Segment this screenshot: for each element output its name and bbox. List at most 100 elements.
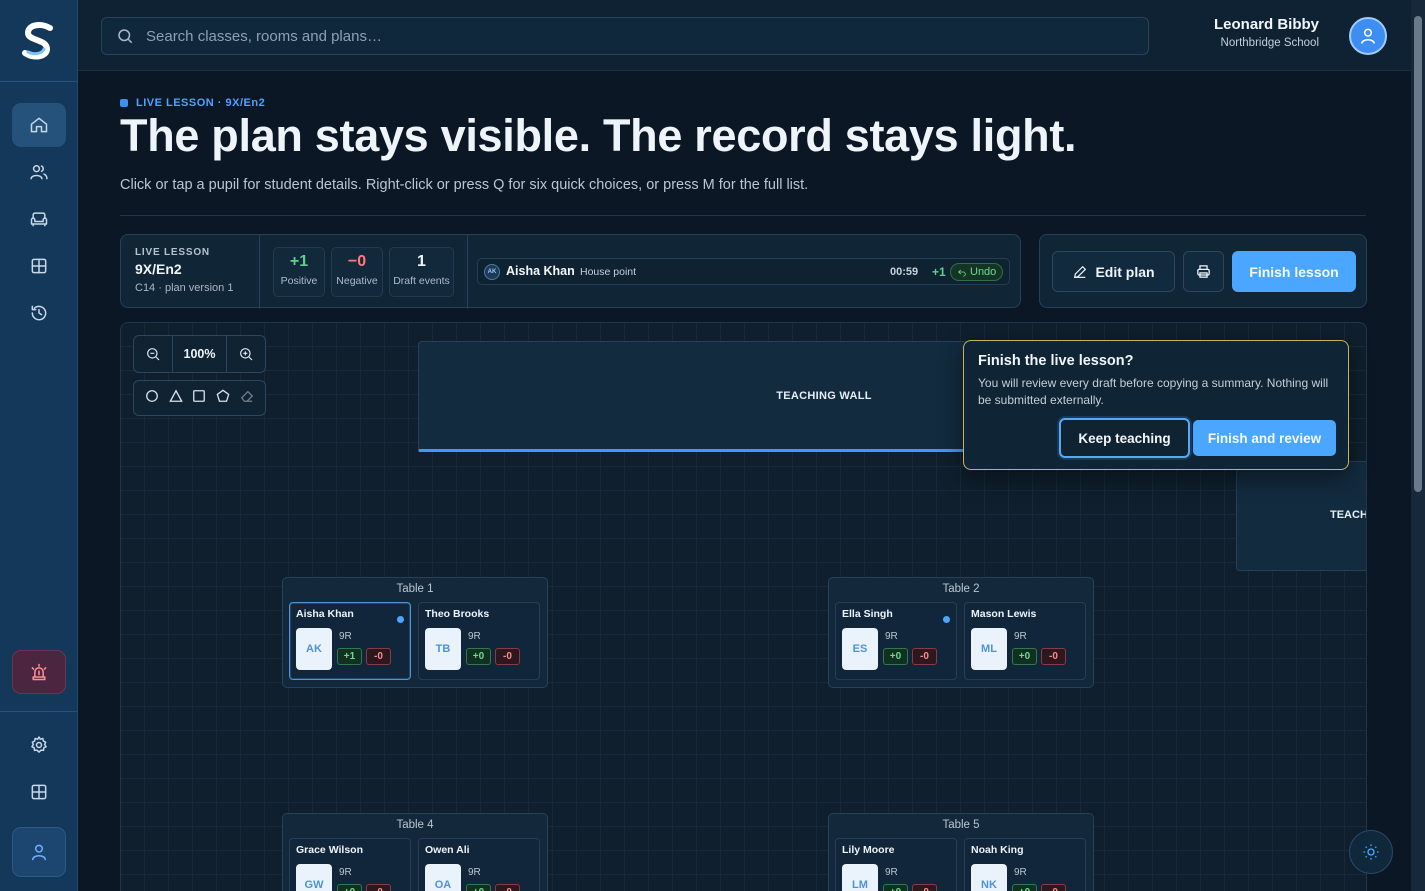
pupil-card[interactable]: Aisha Khan AK 9R +1 -0 <box>289 602 411 680</box>
pupil-card[interactable]: Theo Brooks TB 9R +0 -0 <box>418 602 540 680</box>
sidebar-item-home[interactable] <box>12 103 66 147</box>
theme-toggle-button[interactable] <box>1349 830 1393 874</box>
negative-button[interactable]: -0 <box>912 648 937 665</box>
pupil-group: 9R <box>468 631 481 642</box>
keep-teaching-button[interactable]: Keep teaching <box>1059 418 1190 458</box>
positive-button[interactable]: +0 <box>883 648 908 665</box>
sun-icon <box>1363 844 1379 860</box>
positive-button[interactable]: +0 <box>337 884 362 891</box>
sidebar-item-rooms[interactable] <box>12 197 66 241</box>
draft-label: Draft events <box>393 275 450 287</box>
sidebar-item-people[interactable] <box>12 150 66 194</box>
event-indicator-icon <box>943 616 950 623</box>
event-avatar: AK <box>484 264 500 280</box>
negative-button[interactable]: -0 <box>366 884 391 891</box>
scrollbar-thumb[interactable] <box>1414 16 1422 492</box>
seating-table[interactable]: Table 4 Grace Wilson GW 9R +0 -0 Owen Al… <box>282 813 548 891</box>
table-title: Table 5 <box>942 819 980 831</box>
positive-button[interactable]: +0 <box>466 884 491 891</box>
sidebar-item-settings[interactable] <box>12 723 66 767</box>
pupil-initials: LM <box>842 864 878 891</box>
status-label: LIVE LESSON <box>135 247 210 258</box>
positive-button[interactable]: +0 <box>1012 884 1037 891</box>
seating-table[interactable]: Table 5 Lily Moore LM 9R +0 -0 Noah King… <box>828 813 1094 891</box>
eraser-tool[interactable] <box>240 389 254 408</box>
user-icon <box>32 844 46 861</box>
app-logo[interactable] <box>20 22 56 62</box>
pupil-card[interactable]: Owen Ali OA 9R +0 -0 <box>418 838 540 891</box>
finish-lesson-button[interactable]: Finish lesson <box>1232 251 1356 292</box>
positive-button[interactable]: +0 <box>1012 648 1037 665</box>
pupil-card[interactable]: Ella Singh ES 9R +0 -0 <box>835 602 957 680</box>
pupil-card[interactable]: Lily Moore LM 9R +0 -0 <box>835 838 957 891</box>
eyebrow-text: LIVE LESSON · 9X/En2 <box>136 97 266 109</box>
draft-counter: 1 Draft events <box>389 247 454 297</box>
pupil-group: 9R <box>468 867 481 878</box>
page-title: The plan stays visible. The record stays… <box>120 110 1077 161</box>
user-icon <box>1361 28 1375 44</box>
undo-button[interactable]: Undo <box>950 263 1004 281</box>
pupil-initials: GW <box>296 864 332 891</box>
square-tool[interactable] <box>192 389 206 408</box>
circle-tool[interactable] <box>145 389 159 408</box>
pentagon-tool[interactable] <box>216 389 230 408</box>
grid-icon <box>31 784 47 800</box>
pupil-name: Lily Moore <box>842 844 895 856</box>
negative-button[interactable]: -0 <box>1041 884 1066 891</box>
print-button[interactable] <box>1183 251 1224 292</box>
search-input[interactable] <box>146 27 1126 45</box>
negative-button[interactable]: -0 <box>495 648 520 665</box>
lesson-eyebrow: LIVE LESSON · 9X/En2 <box>120 97 265 109</box>
pupil-group: 9R <box>885 631 898 642</box>
avatar[interactable] <box>1349 17 1387 55</box>
sidebar-item-history[interactable] <box>12 291 66 335</box>
page-scrollbar[interactable] <box>1411 0 1425 891</box>
edit-plan-label: Edit plan <box>1095 263 1155 280</box>
pupil-card[interactable]: Grace Wilson GW 9R +0 -0 <box>289 838 411 891</box>
pupil-initials: OA <box>425 864 461 891</box>
circle-icon <box>145 389 158 402</box>
sidebar-profile-button[interactable] <box>12 827 66 877</box>
pupil-card[interactable]: Mason Lewis ML 9R +0 -0 <box>964 602 1086 680</box>
teaching-wall-secondary[interactable]: TEACHI <box>1236 461 1366 571</box>
sidebar-alert-button[interactable] <box>12 650 66 694</box>
printer-icon <box>1197 265 1210 278</box>
positive-button[interactable]: +0 <box>466 648 491 665</box>
pupil-name: Noah King <box>971 844 1024 856</box>
zoom-out-button[interactable] <box>134 336 172 372</box>
negative-count: −0 <box>347 253 367 270</box>
page-subtitle: Click or tap a pupil for student details… <box>120 177 809 193</box>
sidebar-item-plans[interactable] <box>12 244 66 288</box>
shape-tools <box>133 380 266 416</box>
finish-lesson-popover: Finish the live lesson? You will review … <box>963 340 1349 470</box>
seating-table[interactable]: Table 1 Aisha Khan AK 9R +1 -0 Theo Broo… <box>282 577 548 688</box>
pupil-group: 9R <box>339 631 352 642</box>
seating-table[interactable]: Table 2 Ella Singh ES 9R +0 -0 Mason Lew… <box>828 577 1094 688</box>
users-icon <box>30 165 48 180</box>
negative-button[interactable]: -0 <box>366 648 391 665</box>
divider <box>120 215 1366 216</box>
pupil-name: Grace Wilson <box>296 844 364 856</box>
negative-button[interactable]: -0 <box>495 884 520 891</box>
positive-count: +1 <box>289 253 309 270</box>
table-title: Table 4 <box>396 819 434 831</box>
live-indicator-icon <box>120 99 128 107</box>
search-bar[interactable] <box>101 17 1149 55</box>
sidebar-divider <box>0 81 78 82</box>
pupil-initials: AK <box>296 628 332 670</box>
pupil-group: 9R <box>1014 631 1027 642</box>
zoom-in-icon <box>240 348 253 361</box>
negative-button[interactable]: -0 <box>912 884 937 891</box>
sidebar-item-layouts[interactable] <box>12 770 66 814</box>
pupil-name: Aisha Khan <box>296 608 354 620</box>
positive-button[interactable]: +0 <box>883 884 908 891</box>
last-event: AK Aisha Khan House point 00:59 +1 Undo <box>477 258 1010 285</box>
finish-and-review-button[interactable]: Finish and review <box>1193 420 1336 456</box>
negative-button[interactable]: -0 <box>1041 648 1066 665</box>
divider <box>467 235 468 309</box>
zoom-in-button[interactable] <box>227 336 265 372</box>
triangle-tool[interactable] <box>168 388 183 408</box>
pupil-card[interactable]: Noah King NK 9R +0 -0 <box>964 838 1086 891</box>
edit-plan-button[interactable]: Edit plan <box>1052 251 1175 292</box>
positive-button[interactable]: +1 <box>337 648 362 665</box>
